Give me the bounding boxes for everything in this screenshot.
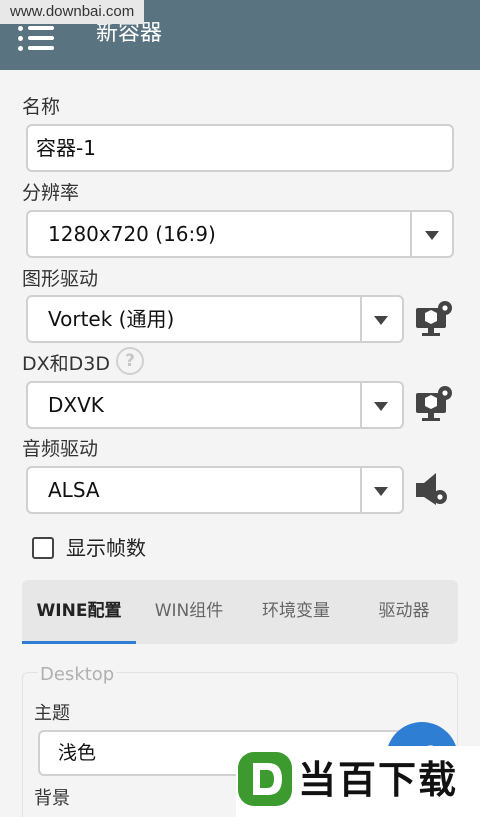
theme-label: 主题 (34, 703, 70, 724)
desktop-panel-legend: Desktop (38, 664, 117, 685)
graphics-driver-value: Vortek (通用) (48, 307, 175, 331)
dx-d3d-select[interactable]: DXVK (26, 381, 404, 429)
active-tab-indicator (22, 641, 136, 644)
show-fps-label: 显示帧数 (66, 536, 146, 560)
dx-d3d-label: DX和D3D (22, 353, 110, 375)
graphics-driver-select[interactable]: Vortek (通用) (26, 295, 404, 343)
name-label: 名称 (22, 96, 61, 118)
hamburger-menu-icon[interactable] (18, 26, 56, 51)
show-fps-checkbox[interactable] (32, 537, 54, 559)
chevron-down-icon[interactable] (374, 487, 388, 496)
audio-driver-value: ALSA (48, 478, 100, 502)
tab-drives[interactable]: 驱动器 (350, 580, 458, 644)
background-label: 背景 (34, 788, 70, 809)
tab-wine-config[interactable]: WINE配置 (22, 580, 136, 644)
select-divider (360, 383, 362, 427)
name-input[interactable]: 容器-1 (26, 124, 454, 172)
audio-settings-icon[interactable] (412, 469, 454, 511)
resolution-label: 分辨率 (22, 182, 80, 204)
graphics-driver-label: 图形驱动 (22, 268, 99, 290)
dx-d3d-value: DXVK (48, 393, 104, 417)
chevron-down-icon[interactable] (374, 316, 388, 325)
watermark-logo-badge (238, 752, 292, 806)
watermark-url: www.downbai.com (0, 0, 145, 24)
chevron-down-icon[interactable] (425, 231, 439, 240)
watermark-logo-text: 当百下载 (298, 758, 459, 802)
audio-driver-select[interactable]: ALSA (26, 466, 404, 514)
select-divider (360, 297, 362, 341)
resolution-value: 1280x720 (16:9) (48, 222, 216, 246)
graphics-driver-settings-icon[interactable] (412, 298, 454, 340)
help-icon[interactable]: ? (116, 347, 144, 375)
select-divider (410, 212, 412, 256)
select-divider (360, 468, 362, 512)
audio-driver-label: 音频驱动 (22, 438, 99, 460)
resolution-select[interactable]: 1280x720 (16:9) (26, 210, 454, 258)
chevron-down-icon[interactable] (374, 402, 388, 411)
tab-win-components[interactable]: WIN组件 (136, 580, 242, 644)
dx-d3d-settings-icon[interactable] (412, 383, 454, 425)
tab-bar: WINE配置 WIN组件 环境变量 驱动器 (22, 580, 458, 644)
tab-environment-variables[interactable]: 环境变量 (242, 580, 350, 644)
